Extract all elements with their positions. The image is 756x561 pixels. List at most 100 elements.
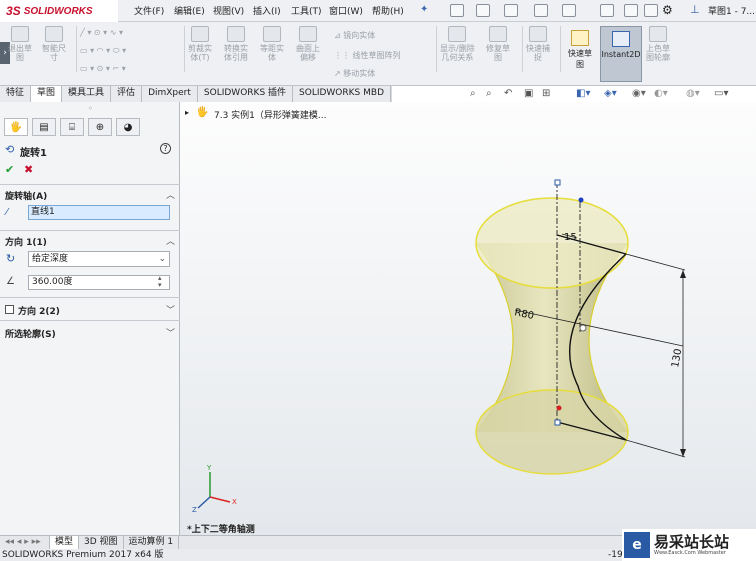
section-divider [0,184,180,185]
menu-window[interactable]: 窗口(W) [329,4,363,17]
axis-selection-field[interactable]: 直线1 [28,205,170,220]
dimension-15[interactable]: 15 [564,232,577,243]
previous-view-icon[interactable]: ↶ [504,88,512,99]
move-entities-button[interactable]: ↗ 移动实体 [334,68,375,79]
menu-insert[interactable]: 插入(I) [253,4,281,17]
dimension-130[interactable]: 130 [670,348,684,369]
chevron-down-icon[interactable]: ﹀ [166,326,175,339]
print-icon[interactable] [534,4,548,17]
select-icon[interactable] [600,4,614,17]
watermark-title: 易采站长站 [654,532,730,551]
panel-grip-icon[interactable]: ◦ [88,104,93,113]
rebuild-icon[interactable] [624,4,638,17]
direction2-checkbox[interactable] [5,305,14,314]
relation-icon [579,324,587,332]
view-orientation-icon[interactable]: ◧▾ [576,88,590,99]
tab-evaluate[interactable]: 评估 [111,86,143,102]
line-icon[interactable]: ╱ ▾ ⊙ ▾ ∿ ▾ [80,28,123,37]
slot-icon[interactable]: ▭ ▾ ⊙ ▾ ⌐ ▾ [80,64,126,73]
zoom-fit-icon[interactable]: ⌕ [470,88,476,99]
scene-icon[interactable]: ◍▾ [686,88,700,99]
tab-scroll-arrows-icon[interactable]: ◂◂ ◂ ▸ ▸▸ [0,536,50,549]
axis-endpoint-handle[interactable] [554,179,561,186]
display-manager-tab-icon[interactable]: ◕ [116,118,140,136]
axis-line-icon: ⁄ [6,207,8,218]
tab-sketch[interactable]: 草图 [31,86,63,102]
tab-features[interactable]: 特征 [0,86,32,102]
configuration-tab-icon[interactable]: ⌸ [60,118,84,136]
menu-file[interactable]: 文件(F) [134,4,164,17]
tab-dimxpert[interactable]: DimXpert [142,86,198,102]
direction1-section-title[interactable]: 方向 1(1) [5,235,47,248]
dimxpert-tab-icon[interactable]: ⊕ [88,118,112,136]
help-icon[interactable]: ? [160,143,171,154]
coordinate-icon[interactable]: ⊥ [690,3,700,16]
section-divider [0,320,180,321]
repair-sketch-button[interactable]: 修复草 图 [486,26,510,62]
pin-icon[interactable]: ✦ [420,4,428,15]
display-style-icon[interactable]: ◈▾ [604,88,617,99]
logo-mark: 3S [6,4,21,18]
chevron-up-icon[interactable]: ︿ [166,188,175,201]
exit-sketch-button[interactable]: 退出草 图 [8,26,32,62]
ribbon-divider [76,26,77,72]
instant2d-button[interactable]: Instant2D [600,26,642,82]
sketch-point[interactable] [578,197,584,203]
heads-up-view-toolbar: ⌕ ⌕ ↶ ▣ ⊞ ◧▾ ◈▾ ◉▾ ◐▾ ◍▾ ▭▾ [392,86,756,102]
cancel-x-icon[interactable]: ✖ [24,163,33,176]
ok-check-icon[interactable]: ✔ [5,163,14,176]
shaded-sketch-contours-button[interactable]: 上色草 图轮廓 [646,26,670,62]
reverse-direction-icon[interactable]: ↻ [6,252,15,265]
mirror-button[interactable]: ⊿ 镜向实体 [334,30,375,41]
chevron-down-icon[interactable]: ﹀ [166,303,175,316]
chevron-up-icon[interactable]: ︿ [166,234,175,247]
axis-endpoint-handle[interactable] [554,419,561,426]
tab-model[interactable]: 模型 [50,536,80,549]
hyperboloid-part[interactable] [475,197,629,475]
tab-mold-tools[interactable]: 模具工具 [62,86,112,102]
menu-edit[interactable]: 编辑(E) [174,4,205,17]
tab-motion-study[interactable]: 运动算例 1 [124,536,180,549]
angle-spinner-icon[interactable]: ▴ ▾ [158,275,162,289]
document-title: 草图1 - 7... [708,7,756,17]
appearance-icon[interactable]: ◐▾ [654,88,668,99]
selected-contours-title[interactable]: 所选轮廓(S) [5,327,56,340]
linear-pattern-button[interactable]: ⋮⋮ 线性草图阵列 [334,50,401,61]
feature-tree-tab-icon[interactable]: 🖐 [4,118,28,136]
tab-addins[interactable]: SOLIDWORKS 插件 [197,86,294,102]
show-delete-relations-button[interactable]: 显示/删除 几何关系 [440,26,475,62]
dynamic-annotation-icon[interactable]: ⊞ [542,88,550,99]
sketch-point[interactable] [556,405,562,411]
tab-mbd[interactable]: SOLIDWORKS MBD [293,86,391,102]
trim-button[interactable]: 剪裁实 体(T) [188,26,212,62]
rectangle-icon[interactable]: ▭ ▾ ◠ ▾ ⬭ ▾ [80,46,126,56]
menu-view[interactable]: 视图(V) [213,4,244,17]
axis-section-title[interactable]: 旋转轴(A) [5,189,47,202]
convert-entities-button[interactable]: 转换实 体引用 [224,26,248,62]
view-settings-icon[interactable]: ▭▾ [714,88,728,99]
tab-3d-view[interactable]: 3D 视图 [79,536,124,549]
end-condition-select[interactable]: 给定深度 ⌄ [28,251,170,267]
quick-snaps-button[interactable]: 快速捕 捉 [526,26,550,62]
gear-icon[interactable]: ⚙ [662,3,673,17]
open-icon[interactable] [476,4,490,17]
property-manager-tab-icon[interactable]: ▤ [32,118,56,136]
command-tabs: 特征 草图 模具工具 评估 DimXpert SOLIDWORKS 插件 SOL… [0,86,392,102]
rapid-sketch-button[interactable]: 快速草 图 [563,26,597,82]
undo-icon[interactable] [562,4,576,17]
angle-input[interactable]: 360.00度 [28,275,170,290]
shaded-contour-icon [649,26,667,42]
new-doc-icon[interactable] [450,4,464,17]
file-props-icon[interactable] [644,4,658,17]
save-icon[interactable] [504,4,518,17]
offset-entities-button[interactable]: 等距实 体 [260,26,284,62]
offset-icon [263,26,281,42]
smart-dimension-button[interactable]: 智能尺 寸 [42,26,66,62]
section-view-icon[interactable]: ▣ [524,88,533,99]
menu-tools[interactable]: 工具(T) [291,4,322,17]
hide-show-icon[interactable]: ◉▾ [632,88,646,99]
menu-help[interactable]: 帮助(H) [372,4,404,17]
direction2-section-title[interactable]: 方向 2(2) [18,304,60,317]
zoom-area-icon[interactable]: ⌕ [486,88,492,99]
surface-offset-button[interactable]: 曲面上 偏移 [296,26,320,62]
